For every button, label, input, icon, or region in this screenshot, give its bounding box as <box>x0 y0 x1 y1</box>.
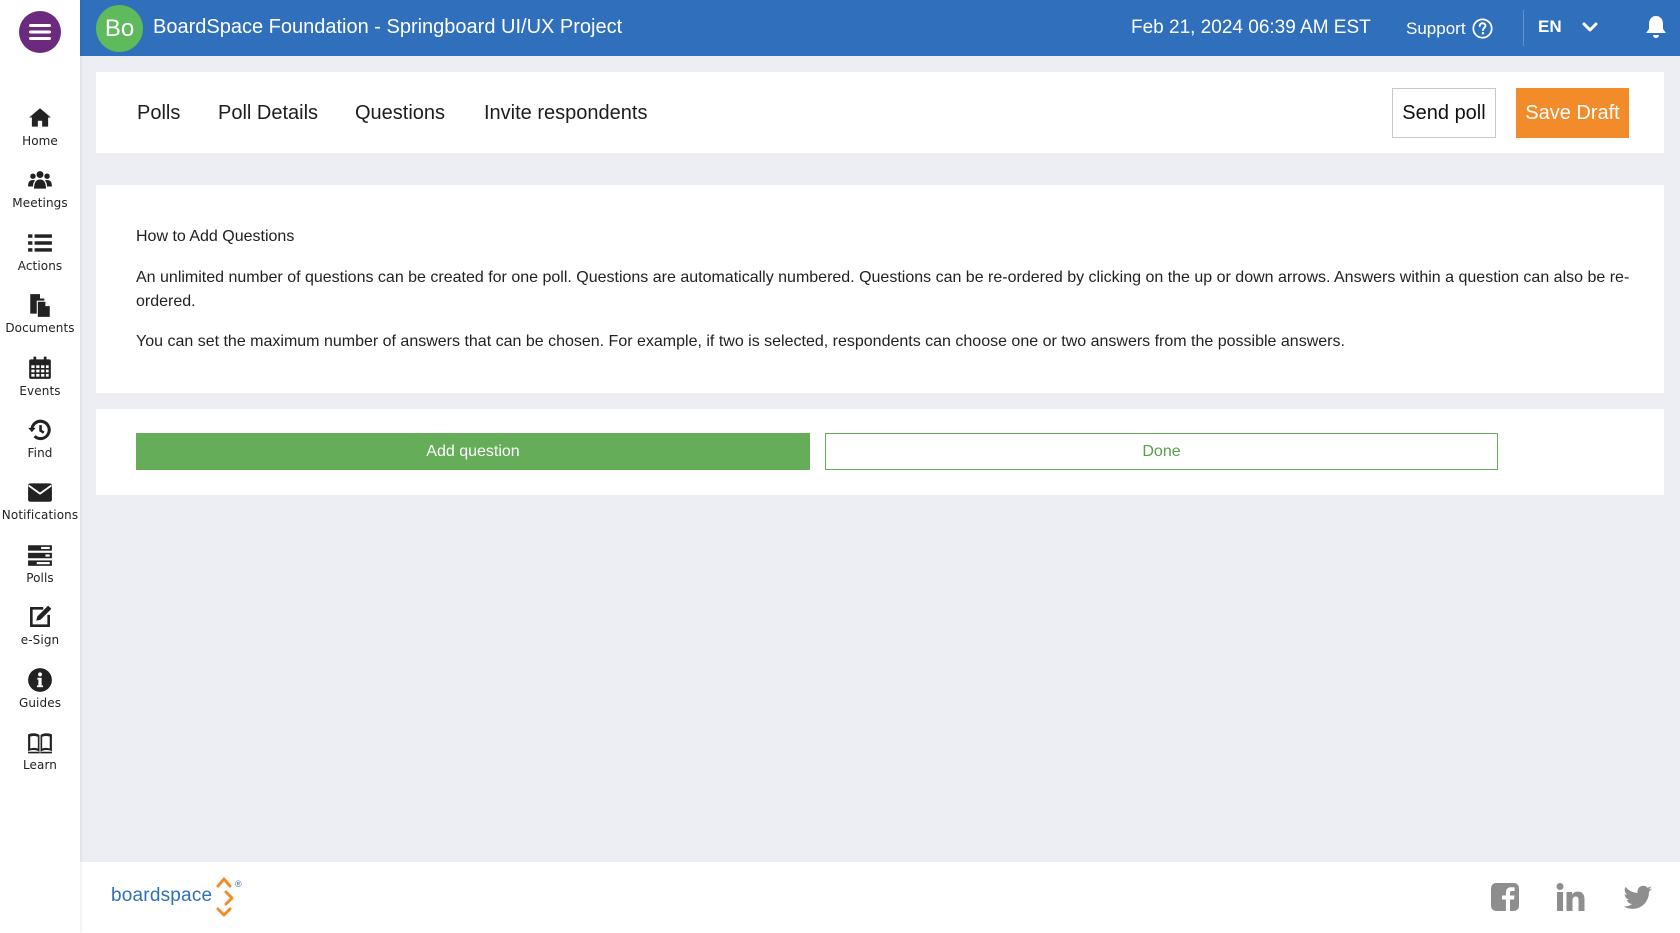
history-icon <box>28 419 51 440</box>
sidebar-item-guides[interactable]: Guides <box>0 667 80 729</box>
language-label: EN <box>1538 17 1562 36</box>
avatar[interactable]: Bo <box>96 5 143 52</box>
send-poll-button[interactable]: Send poll <box>1392 88 1496 138</box>
sidebar-item-label: Meetings <box>12 196 68 211</box>
current-datetime: Feb 21, 2024 06:39 AM EST <box>1131 17 1371 38</box>
sidebar-item-label: e-Sign <box>20 633 60 648</box>
sidebar-item-actions[interactable]: Actions <box>0 230 80 292</box>
sidebar-item-label: Events <box>19 383 61 398</box>
hamburger-icon <box>29 24 51 40</box>
poll-tabs-panel: Polls Poll Details Questions Invite resp… <box>96 72 1664 153</box>
instructions-heading: How to Add Questions <box>136 228 295 245</box>
sidebar-item-label: Learn <box>22 757 58 772</box>
notifications-bell[interactable] <box>1644 14 1668 45</box>
tab-questions[interactable]: Questions <box>355 102 445 125</box>
sidebar-item-label: Notifications <box>1 508 79 523</box>
language-selector[interactable]: EN <box>1538 17 1598 37</box>
support-link[interactable]: Support <box>1406 18 1493 39</box>
help-circle-icon <box>1471 18 1493 39</box>
tab-invite-respondents[interactable]: Invite respondents <box>484 102 647 125</box>
sidebar-item-polls[interactable]: Polls <box>0 542 80 604</box>
instructions-paragraph-2: You can set the maximum number of answer… <box>136 333 1345 350</box>
footer: boardspace ® <box>80 862 1680 933</box>
sidebar-item-events[interactable]: Events <box>0 355 80 417</box>
sidebar-item-label: Polls <box>26 570 54 585</box>
sidebar-item-label: Documents <box>5 321 75 336</box>
sidebar-nav: Home Meetings Actions Documents Events F… <box>0 105 80 791</box>
sidebar: Home Meetings Actions Documents Events F… <box>0 0 80 933</box>
twitter-icon[interactable] <box>1623 882 1653 912</box>
sidebar-item-meetings[interactable]: Meetings <box>0 167 80 229</box>
tab-polls[interactable]: Polls <box>137 102 180 125</box>
sidebar-item-label: Guides <box>18 695 62 710</box>
sidebar-item-esign[interactable]: e-Sign <box>0 604 80 666</box>
sidebar-item-home[interactable]: Home <box>0 105 80 167</box>
sidebar-item-learn[interactable]: Learn <box>0 729 80 791</box>
sidebar-item-documents[interactable]: Documents <box>0 292 80 354</box>
boardspace-logo[interactable]: boardspace ® <box>111 874 246 918</box>
logo-registered-mark: ® <box>235 879 242 889</box>
sidebar-item-label: Find <box>27 445 53 460</box>
chevron-down-icon <box>1582 22 1598 32</box>
instructions-panel: How to Add Questions An unlimited number… <box>96 185 1664 393</box>
calendar-icon <box>29 356 51 379</box>
sidebar-item-label: Home <box>22 134 58 148</box>
edit-icon <box>30 605 52 628</box>
tab-poll-details[interactable]: Poll Details <box>218 102 318 125</box>
sidebar-item-notifications[interactable]: Notifications <box>0 479 80 541</box>
done-button[interactable]: Done <box>825 433 1498 470</box>
header-divider <box>1523 10 1524 46</box>
documents-icon <box>30 294 50 318</box>
organization-title: BoardSpace Foundation - Springboard UI/U… <box>153 16 623 38</box>
facebook-icon[interactable] <box>1490 882 1520 912</box>
home-icon <box>29 108 51 127</box>
save-draft-button[interactable]: Save Draft <box>1516 88 1629 138</box>
menu-button[interactable] <box>19 11 61 53</box>
list-icon <box>28 234 52 252</box>
polls-icon <box>28 544 52 566</box>
logo-mark-icon: ® <box>216 877 242 917</box>
envelope-icon <box>28 483 52 503</box>
people-icon <box>28 171 52 190</box>
bell-icon <box>1646 16 1666 38</box>
top-header: Bo BoardSpace Foundation - Springboard U… <box>80 0 1680 56</box>
question-actions-panel: Add question Done <box>96 409 1664 495</box>
info-icon <box>28 667 52 692</box>
sidebar-item-label: Actions <box>17 258 63 273</box>
book-icon <box>28 733 52 754</box>
logo-text: boardspace <box>111 885 213 906</box>
linkedin-icon[interactable] <box>1556 882 1586 912</box>
sidebar-item-find[interactable]: Find <box>0 417 80 479</box>
support-label: Support <box>1406 18 1466 38</box>
instructions-paragraph-1: An unlimited number of questions can be … <box>136 269 1630 310</box>
add-question-button[interactable]: Add question <box>136 433 810 470</box>
